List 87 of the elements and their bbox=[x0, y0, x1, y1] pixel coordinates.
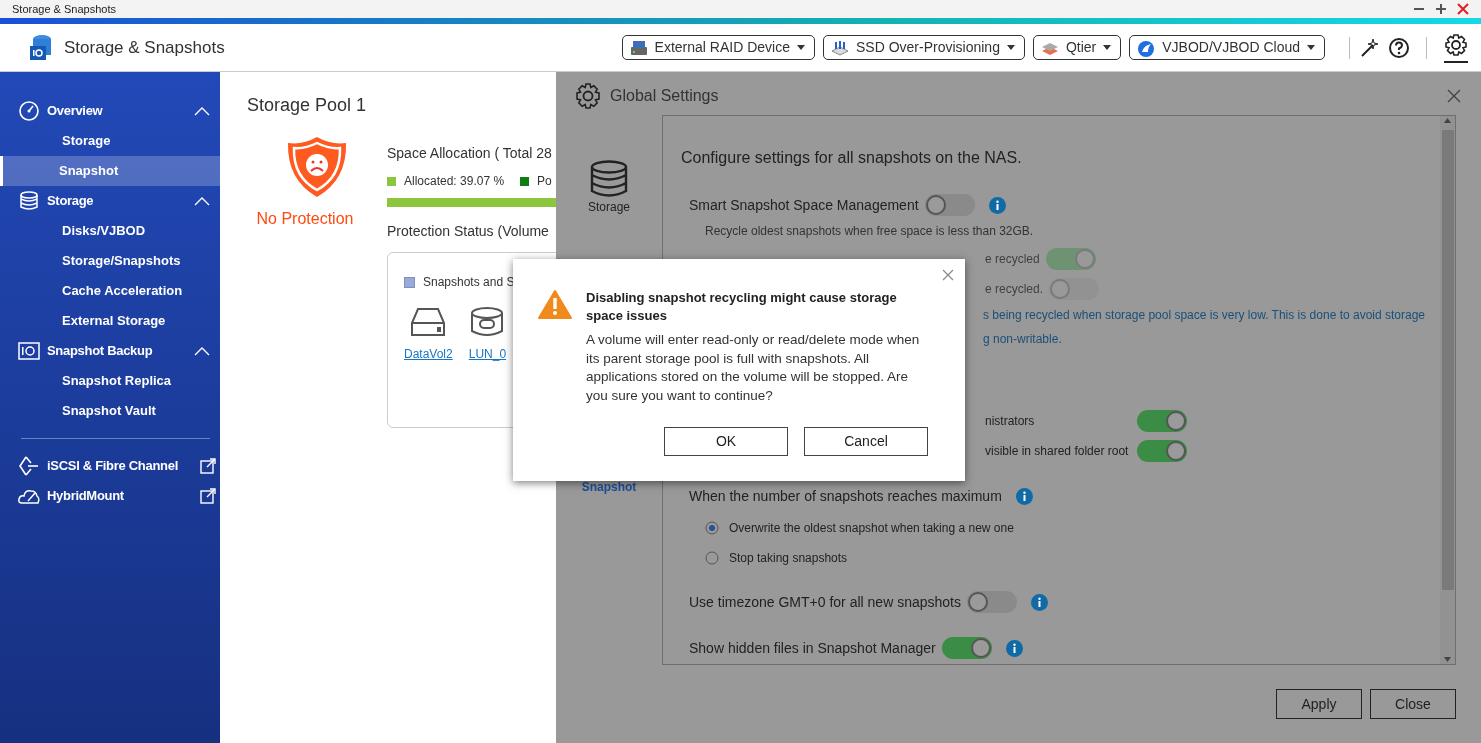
scroll-down-icon[interactable] bbox=[1443, 656, 1452, 664]
dialog-button[interactable]: Apply bbox=[1276, 689, 1362, 719]
intro-text: Configure settings for all snapshots on the NAS. bbox=[681, 148, 1023, 168]
cylinder-icon bbox=[470, 307, 505, 337]
volume-link[interactable]: DataVol2 bbox=[404, 345, 453, 363]
gauge-icon bbox=[18, 100, 40, 122]
panel-title: Global Settings bbox=[610, 86, 719, 106]
close-icon[interactable] bbox=[1457, 3, 1469, 15]
settings-icon bbox=[574, 82, 602, 110]
radio-label: Overwrite the oldest snapshot when taking a new one bbox=[729, 520, 1014, 537]
sidebar-item[interactable]: Storage/Snapshots bbox=[0, 246, 220, 276]
dropdown-button[interactable]: Qtier bbox=[1032, 35, 1122, 60]
settings-nav-item[interactable]: Storage bbox=[556, 160, 662, 216]
setting-label: nistrators bbox=[985, 413, 1036, 430]
toggle-switch[interactable] bbox=[924, 194, 975, 216]
info-icon[interactable] bbox=[1030, 593, 1048, 611]
setting-label: Show hidden files in Snapshot Manager bbox=[689, 638, 936, 658]
caret-icon bbox=[1306, 43, 1316, 52]
sidebar-item[interactable]: Snapshot Replica bbox=[0, 366, 220, 396]
sidebar-item[interactable]: Snapshot bbox=[0, 156, 220, 186]
page-title: Storage Pool 1 bbox=[247, 94, 368, 117]
dropdown-button[interactable]: External RAID Device bbox=[621, 35, 815, 60]
legend-label: Po bbox=[537, 173, 552, 190]
help-icon[interactable] bbox=[1388, 36, 1410, 59]
legend-label: Allocated: 39.07 % bbox=[404, 173, 505, 190]
sidebar-link[interactable]: iSCSI & Fibre Channel bbox=[0, 451, 220, 481]
setting-label: When the number of snapshots reaches maximum bbox=[689, 487, 1002, 506]
external-link-icon bbox=[200, 458, 216, 474]
sidebar-group[interactable]: Storage bbox=[0, 186, 220, 216]
caret-icon bbox=[796, 43, 806, 52]
toggle-switch[interactable] bbox=[941, 637, 992, 659]
dialog-message: A volume will enter read-only or read/delete mode when its parent storage pool is full with snapshots. All applications stored on the volume will be stopped. Are you sure you want to continue? bbox=[586, 331, 921, 405]
setting-label: visible in shared folder root bbox=[985, 443, 1130, 460]
setting-label: e recycled bbox=[985, 251, 1040, 268]
maximize-icon[interactable] bbox=[1435, 3, 1447, 15]
dialog-button[interactable]: Close bbox=[1370, 689, 1456, 719]
section-title: Protection Status (Volume bbox=[387, 222, 550, 241]
sidebar-item[interactable]: Cache Acceleration bbox=[0, 276, 220, 306]
setting-label: Use timezone GMT+0 for all new snapshots bbox=[689, 592, 961, 612]
sidebar-item[interactable]: Snapshot Vault bbox=[0, 396, 220, 426]
sidebar-item[interactable]: External Storage bbox=[0, 306, 220, 336]
warning-icon bbox=[538, 289, 572, 319]
sidebar-group[interactable]: Overview bbox=[0, 96, 220, 126]
drive-icon bbox=[628, 38, 649, 57]
database-icon bbox=[18, 190, 40, 212]
dropdown-button[interactable]: VJBOD/VJBOD Cloud bbox=[1129, 35, 1325, 60]
info-icon[interactable] bbox=[1015, 488, 1033, 505]
radio-button[interactable] bbox=[705, 551, 719, 565]
dropdown-button[interactable]: SSD Over-Provisioning bbox=[823, 35, 1025, 60]
warning-text: s being recycled when storage pool space is very low. This is done to avoid storage bbox=[983, 307, 1426, 324]
external-link-icon bbox=[200, 488, 216, 504]
volume-link[interactable]: LUN_0 bbox=[468, 345, 507, 363]
radio-label: Stop taking snapshots bbox=[729, 550, 848, 567]
scrollbar-thumb[interactable] bbox=[1441, 130, 1454, 590]
shield-icon bbox=[286, 135, 348, 199]
caret-icon bbox=[1005, 43, 1016, 52]
sidebar-group[interactable]: Snapshot Backup bbox=[0, 336, 220, 366]
setting-note: Recycle oldest snapshots when free space is less than 32GB. bbox=[705, 223, 1035, 240]
blocks-icon bbox=[830, 38, 850, 57]
database-icon bbox=[590, 160, 628, 198]
window-title: Storage & Snapshots bbox=[12, 1, 116, 17]
dialog-button[interactable]: OK bbox=[664, 427, 788, 456]
toggle-switch[interactable] bbox=[1137, 440, 1187, 462]
settings-icon[interactable] bbox=[1443, 32, 1469, 63]
diamond-arrow-icon bbox=[18, 455, 40, 477]
sidebar-item[interactable]: Disks/VJBOD bbox=[0, 216, 220, 246]
caret-icon bbox=[1102, 43, 1113, 52]
toggle-switch[interactable] bbox=[1137, 410, 1187, 432]
status-text: No Protection bbox=[256, 209, 354, 229]
dialog-title: Disabling snapshot recycling might cause storage space issues bbox=[586, 289, 898, 325]
section-title: Space Allocation ( Total 28 bbox=[387, 144, 553, 163]
info-icon[interactable] bbox=[1005, 639, 1023, 657]
setting-label: Smart Snapshot Space Management bbox=[689, 195, 919, 215]
app-title: Storage & Snapshots bbox=[64, 36, 225, 59]
info-icon[interactable] bbox=[988, 196, 1006, 214]
setting-label: e recycled. bbox=[985, 281, 1044, 298]
sidebar-item[interactable]: Storage bbox=[0, 126, 220, 156]
close-icon[interactable] bbox=[942, 269, 954, 281]
dialog-button[interactable]: Cancel bbox=[804, 427, 928, 456]
scroll-up-icon[interactable] bbox=[1443, 116, 1452, 124]
toggle-switch[interactable] bbox=[966, 591, 1017, 613]
scrollbar[interactable] bbox=[1440, 116, 1455, 664]
legend-swatch bbox=[404, 276, 415, 288]
radio-button[interactable] bbox=[705, 521, 719, 535]
warning-text: g non-writable. bbox=[983, 331, 1062, 348]
close-icon[interactable] bbox=[1447, 89, 1461, 103]
sidebar-link[interactable]: HybridMount bbox=[0, 481, 220, 511]
